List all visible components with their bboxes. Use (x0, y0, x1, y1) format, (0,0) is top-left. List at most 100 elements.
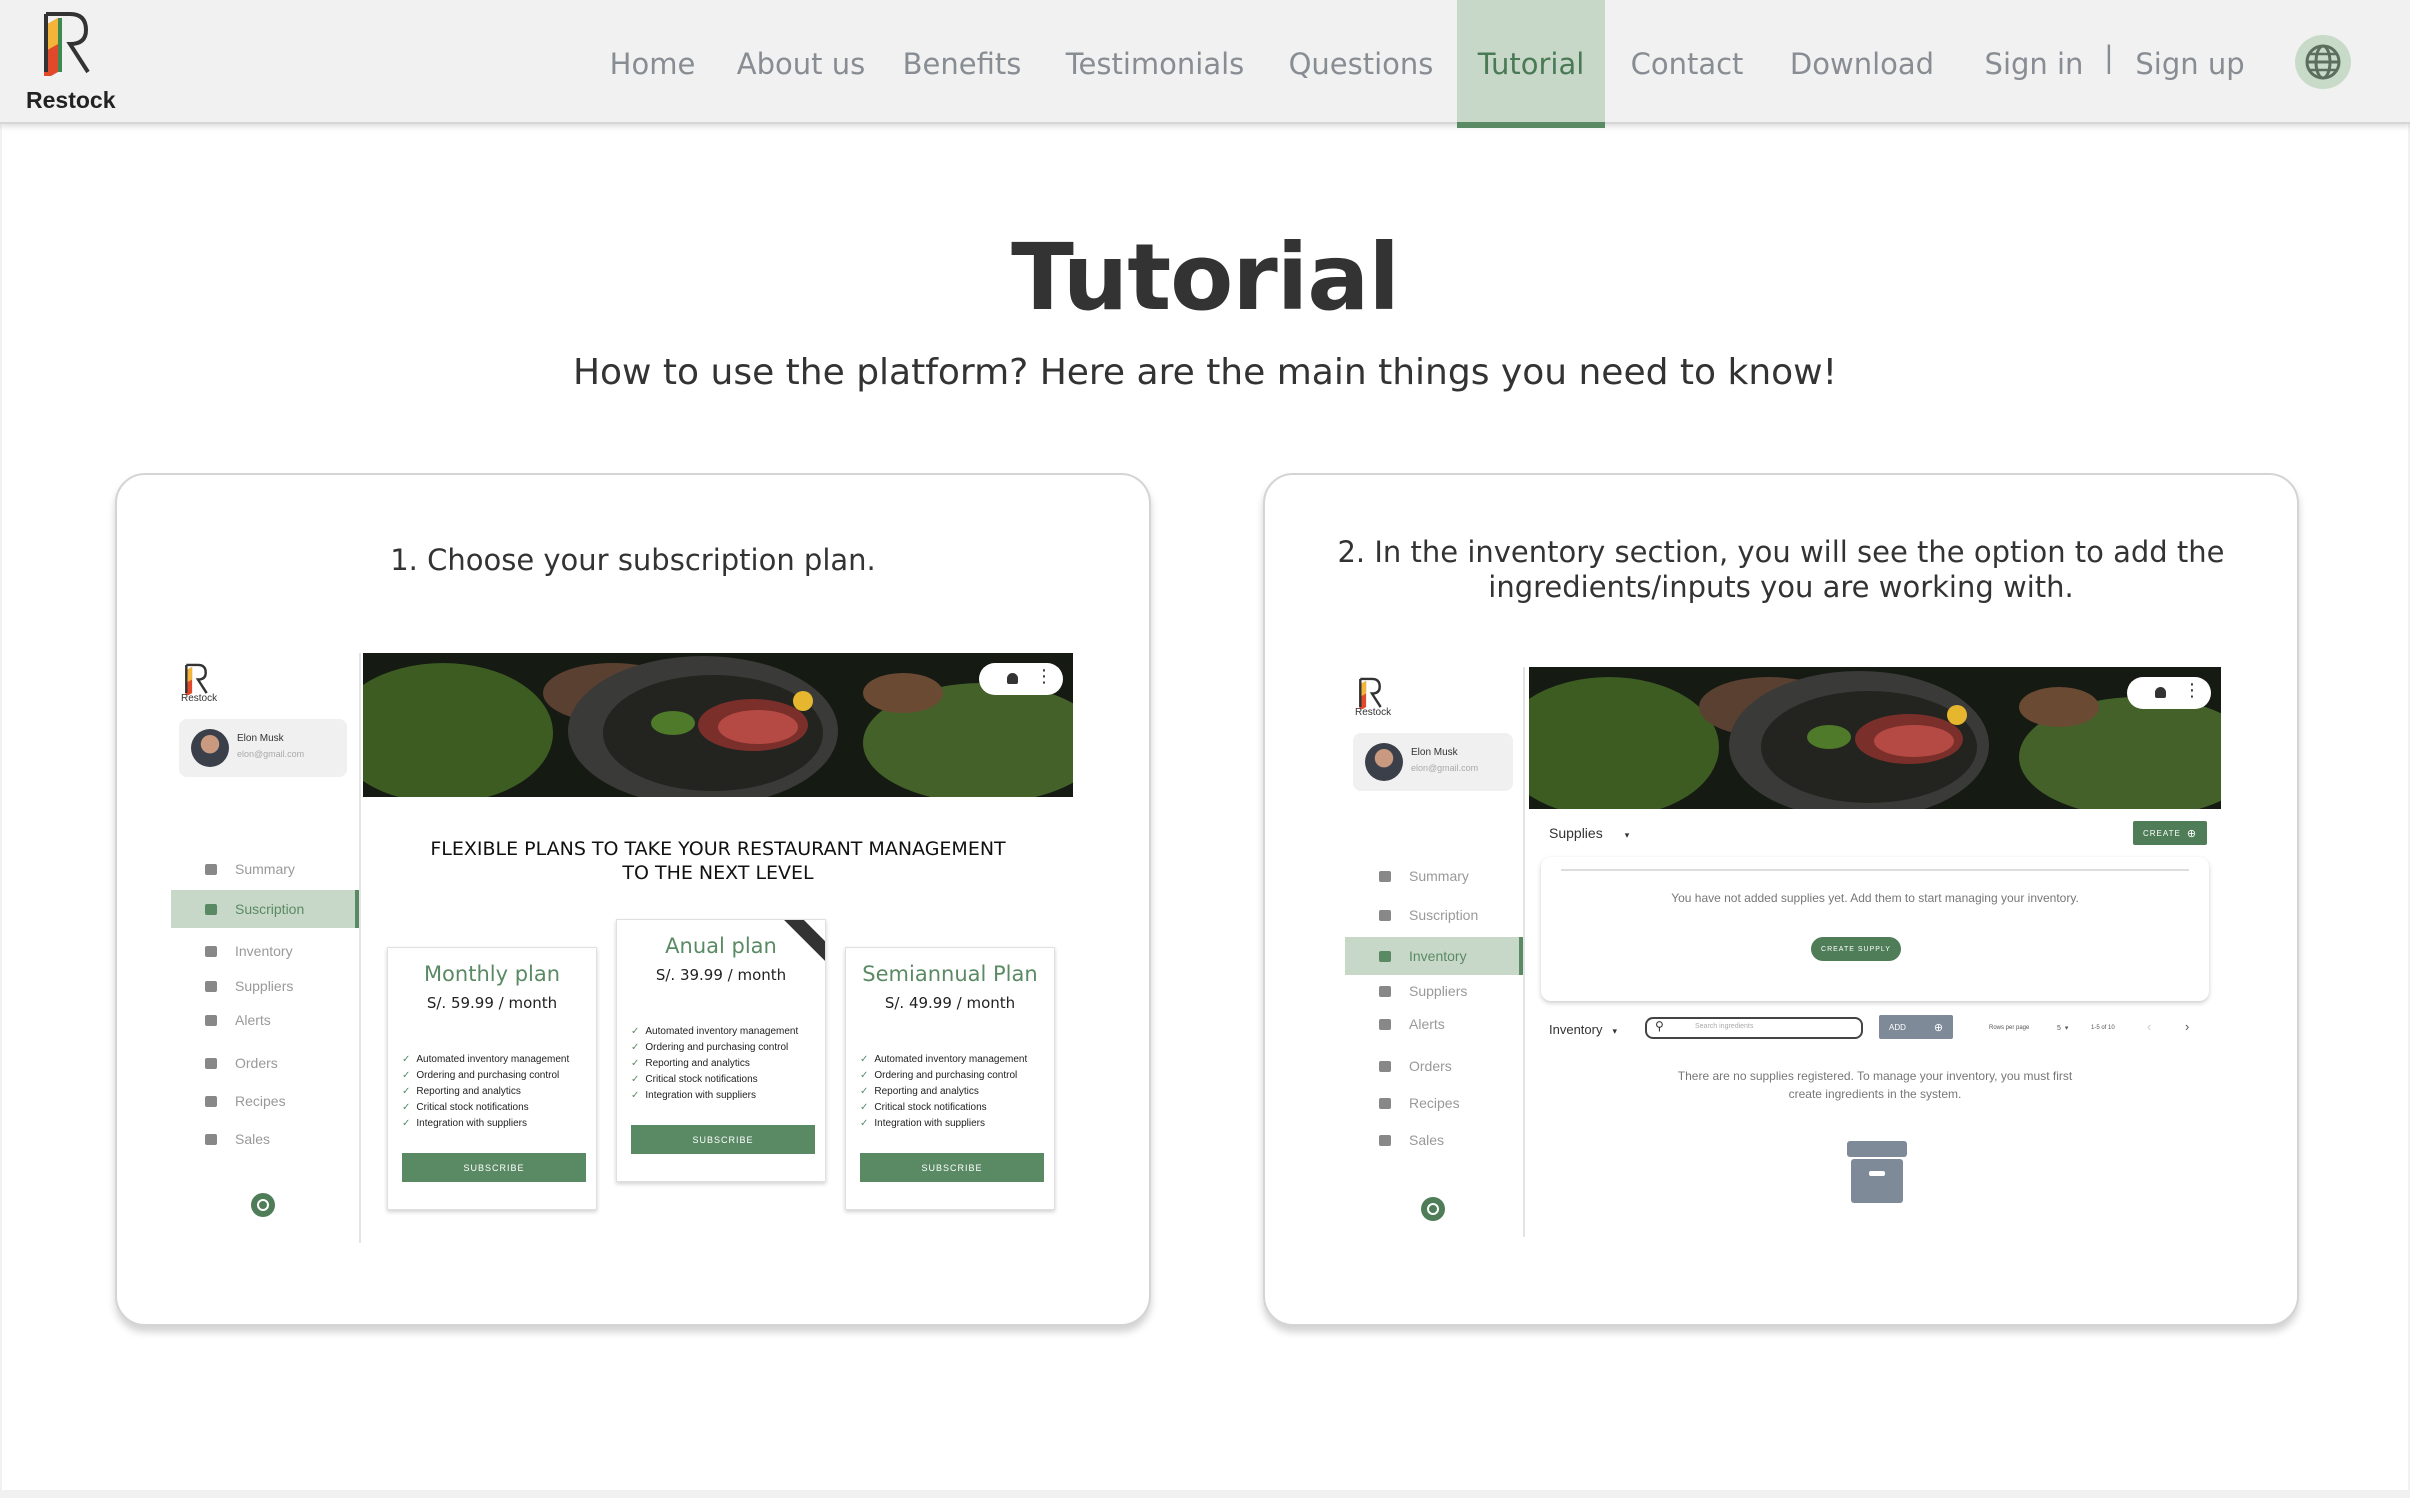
menu-inventory: Inventory (1345, 937, 1523, 975)
plan-feature: ✓ Integration with suppliers (860, 1118, 985, 1129)
mini-brand-name: Restock (181, 693, 218, 704)
divider (1561, 869, 2189, 871)
check-icon: ✓ (631, 1042, 640, 1053)
check-icon: ✓ (631, 1090, 640, 1101)
user-menu-pill (2127, 677, 2211, 709)
feature-label: Reporting and analytics (416, 1086, 521, 1097)
menu-label: Summary (235, 861, 295, 877)
truck-icon (1379, 1060, 1391, 1072)
plans-heading: FLEXIBLE PLANS TO TAKE YOUR RESTAURANT M… (363, 837, 1073, 885)
plan-price: S/. 49.99 / month (884, 994, 1016, 1012)
user-name: Elon Musk (1411, 747, 1458, 758)
supplies-dropdown: Supplies ▾ (1549, 825, 1629, 841)
globe-icon (251, 1193, 275, 1217)
feature-label: Automated inventory management (874, 1054, 1028, 1065)
nav-home[interactable]: Home (600, 0, 705, 128)
group-icon (1379, 985, 1391, 997)
empty-supplies-panel: You have not added supplies yet. Add the… (1541, 857, 2209, 1001)
plans-heading-line-2: TO THE NEXT LEVEL (622, 862, 814, 884)
menu-label: Alerts (1409, 1016, 1445, 1032)
search-placeholder: Search ingredients (1695, 1023, 1754, 1030)
language-button[interactable] (2295, 35, 2351, 89)
menu-suscription: Suscription (171, 890, 359, 928)
plan-feature: ✓ Reporting and analytics (860, 1086, 979, 1097)
nav-tutorial[interactable]: Tutorial (1457, 0, 1605, 128)
subscription-screenshot: Restock Elon Musk elon@gmail.com Summary… (171, 653, 1073, 1243)
inventory-screenshot: Restock Elon Musk elon@gmail.com Summary… (1345, 667, 2225, 1237)
restock-logo[interactable]: Restock (26, 10, 116, 113)
plan-feature: ✓ Critical stock notifications (402, 1102, 529, 1113)
menu-alerts: Alerts (1345, 1005, 1523, 1043)
plan-feature: ✓ Automated inventory management (860, 1054, 1027, 1065)
subscribe-button: SUBSCRIBE (402, 1153, 586, 1182)
plan-name: Semiannual Plan (862, 962, 1038, 986)
page-range: 1-5 of 10 (2091, 1025, 2115, 1031)
food-plate-image (363, 653, 1073, 797)
brand-name: Restock (26, 87, 116, 113)
feature-label: Critical stock notifications (874, 1102, 987, 1113)
menu-label: Orders (235, 1055, 278, 1071)
plan-feature: ✓ Reporting and analytics (402, 1086, 521, 1097)
menu-alerts: Alerts (171, 1001, 359, 1039)
menu-suppliers: Suppliers (171, 967, 359, 1005)
menu-label: Orders (1409, 1058, 1452, 1074)
check-icon: ✓ (860, 1086, 869, 1097)
box-icon (1379, 950, 1391, 962)
plan-feature: ✓ Automated inventory management (631, 1026, 798, 1037)
food-banner-image (1529, 667, 2221, 809)
check-icon: ✓ (860, 1102, 869, 1113)
page-title: Tutorial (1011, 224, 1400, 331)
chevron-down-icon: ▾ (1624, 830, 1630, 840)
nav-questions[interactable]: Questions (1284, 0, 1438, 128)
create-supply-button: CREATE SUPPLY (1811, 937, 1901, 961)
user-email: elon@gmail.com (1411, 763, 1479, 773)
create-label: CREATE (2142, 828, 2181, 838)
box-icon (205, 945, 217, 957)
mini-sidebar: Restock Elon Musk elon@gmail.com Summary… (171, 653, 361, 1243)
nav-contact[interactable]: Contact (1622, 0, 1752, 128)
rows-select: 5 ▾ (2057, 1024, 2068, 1032)
plan-feature: ✓ Ordering and purchasing control (860, 1070, 1017, 1081)
feature-label: Ordering and purchasing control (874, 1070, 1018, 1081)
user-menu-pill (979, 663, 1063, 695)
empty-supplies-text: You have not added supplies yet. Add the… (1671, 891, 2079, 905)
globe-icon (2305, 44, 2341, 80)
check-icon: ✓ (631, 1026, 640, 1037)
bell-icon (1379, 1018, 1391, 1030)
plan-price: S/. 59.99 / month (426, 994, 558, 1012)
menu-recipes: Recipes (1345, 1084, 1523, 1122)
utensils-icon (205, 1095, 217, 1107)
restock-logo-icon (185, 663, 208, 695)
menu-sales: Sales (171, 1120, 359, 1158)
mini-brand-name: Restock (1355, 707, 1392, 718)
menu-label: Summary (1409, 868, 1469, 884)
nav-sign-in[interactable]: Sign in (1980, 0, 2088, 128)
menu-label: Suscription (235, 901, 305, 917)
nav-testimonials[interactable]: Testimonials (1054, 0, 1256, 128)
card-icon (205, 903, 217, 915)
bell-icon (205, 1014, 217, 1026)
chevron-right-icon: › (2185, 1019, 2190, 1034)
nav-sign-up[interactable]: Sign up (2132, 0, 2248, 128)
nav-about-us[interactable]: About us (730, 0, 872, 128)
step-title: 1. Choose your subscription plan. (390, 543, 876, 577)
plan-feature: ✓ Critical stock notifications (631, 1074, 758, 1085)
add-label: ADD (1889, 1022, 1906, 1032)
tutorial-step-card-2: 2. In the inventory section, you will se… (1263, 473, 2299, 1326)
globe-icon (1421, 1197, 1445, 1221)
chart-icon (1379, 870, 1391, 882)
food-banner-image (363, 653, 1073, 797)
menu-summary: Summary (1345, 857, 1523, 895)
nav-benefits[interactable]: Benefits (898, 0, 1026, 128)
page-subtitle: How to use the platform? Here are the ma… (572, 352, 1838, 393)
mini-sidebar: Restock Elon Musk elon@gmail.com Summary… (1345, 667, 1525, 1237)
check-icon: ✓ (860, 1070, 869, 1081)
feature-label: Reporting and analytics (645, 1058, 750, 1069)
menu-label: Inventory (1409, 948, 1467, 964)
nav-download[interactable]: Download (1786, 0, 1938, 128)
truck-icon (205, 1057, 217, 1069)
tutorial-section: Tutorial How to use the platform? Here a… (2, 124, 2408, 1490)
menu-label: Suppliers (235, 978, 294, 994)
plan-card-monthly: Monthly plan S/. 59.99 / month ✓ Automate… (387, 947, 597, 1210)
feature-label: Reporting and analytics (874, 1086, 979, 1097)
